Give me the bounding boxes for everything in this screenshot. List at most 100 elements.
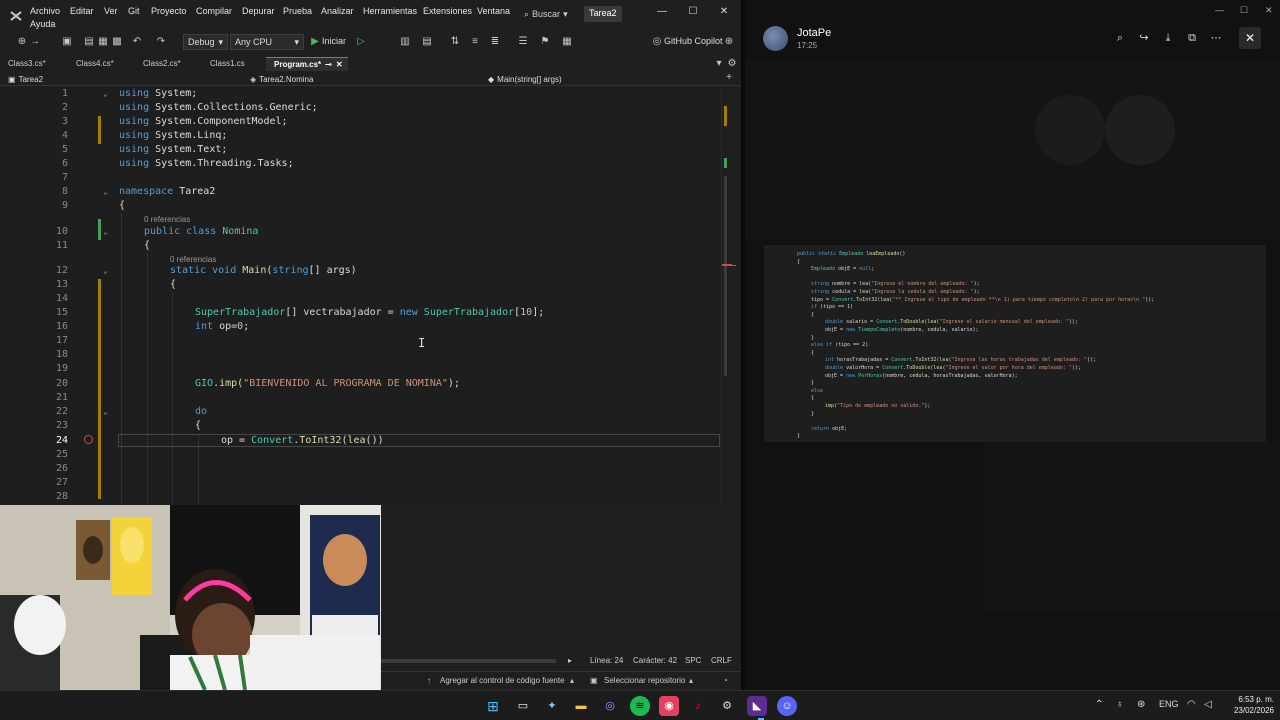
menu-analizar[interactable]: Analizar	[321, 6, 354, 16]
copilot-icon[interactable]: ✦	[542, 696, 562, 716]
toolbox-icon[interactable]: ▥	[398, 35, 412, 49]
windows-start-icon[interactable]: ⊞	[483, 696, 503, 716]
tab-class4[interactable]: Class4.cs*	[68, 57, 122, 71]
add-source-control-button[interactable]: Agregar al control de código fuente	[440, 676, 565, 685]
close-icon[interactable]: ✕	[336, 60, 343, 69]
collapse-icon[interactable]: ⌄	[103, 187, 108, 196]
pin-icon[interactable]: ⊕	[722, 35, 736, 49]
collapse-icon[interactable]: ⌄	[103, 266, 108, 275]
configuration-select[interactable]: Debug ▾	[183, 34, 228, 50]
undo-icon[interactable]: ↶	[130, 35, 144, 49]
pin-icon[interactable]: ⊸	[325, 60, 332, 69]
dropdown-icon[interactable]: ▾	[712, 57, 726, 71]
language-indicator[interactable]: ENG	[1159, 699, 1179, 709]
line-ending-indicator[interactable]: CRLF	[711, 656, 732, 665]
search-button[interactable]: ⌕ Buscar ▾	[524, 6, 574, 22]
spotify-icon[interactable]: ≋	[630, 696, 650, 716]
tab-class2[interactable]: Class2.cs*	[135, 57, 189, 71]
tab-program[interactable]: Program.cs* ⊸ ✕	[266, 57, 348, 71]
char-indicator[interactable]: Carácter: 42	[633, 656, 677, 665]
tab-class1[interactable]: Class1.cs	[202, 57, 253, 71]
whitespace-indicator[interactable]: SPC	[685, 656, 701, 665]
redo-icon[interactable]: ↷	[154, 35, 168, 49]
tab-class3[interactable]: Class3.cs*	[0, 57, 54, 71]
code-editor[interactable]: 1 2 3 4 5 6 7 8 9 10 11 12 13 14 15 16 1…	[0, 86, 733, 506]
microphone-icon[interactable]: ♁	[1116, 699, 1124, 710]
bookmark-icon[interactable]: ⚑	[538, 35, 552, 49]
format-icon[interactable]: ☰	[516, 35, 530, 49]
line-indicator[interactable]: Línea: 24	[590, 656, 623, 665]
settings-icon[interactable]: ⚙	[725, 57, 739, 71]
wifi-icon[interactable]: ◠	[1187, 699, 1196, 710]
menu-editar[interactable]: Editar	[70, 6, 94, 16]
menu-compilar[interactable]: Compilar	[196, 6, 232, 16]
download-icon[interactable]: ⤓	[1160, 30, 1176, 46]
visual-studio-icon[interactable]: ◣	[747, 696, 767, 716]
file-explorer-icon[interactable]: ▬	[571, 696, 591, 716]
indent-icon[interactable]: ≣	[488, 35, 502, 49]
minimize-icon[interactable]: —	[652, 6, 672, 22]
share-icon[interactable]: ↪	[1136, 30, 1152, 46]
menu-herramientas[interactable]: Herramientas	[363, 6, 417, 16]
copilot-icon[interactable]: ◎	[650, 35, 664, 49]
menu-archivo[interactable]: Archivo	[30, 6, 60, 16]
menu-ventana[interactable]: Ventana	[477, 6, 510, 16]
collapse-icon[interactable]: ⌄	[103, 227, 108, 236]
volume-icon[interactable]: ◁	[1204, 699, 1212, 710]
forward-icon[interactable]: →	[28, 35, 42, 49]
codelens-references[interactable]: 0 referencias	[170, 255, 216, 264]
app-icon[interactable]: ◎	[600, 696, 620, 716]
collapse-icon[interactable]: ⌄	[103, 89, 108, 98]
code-line: op = Convert.ToInt32(lea())	[221, 435, 384, 446]
settings-icon[interactable]: ⚙	[717, 696, 737, 716]
maximize-icon[interactable]: ☐	[683, 6, 703, 22]
menu-prueba[interactable]: Prueba	[283, 6, 312, 16]
project-dropdown[interactable]: ▣ Tarea2	[8, 73, 43, 85]
start-button[interactable]: Iniciar	[322, 36, 346, 46]
toolbar-extra-icon[interactable]: ▦	[560, 35, 574, 49]
comment-icon[interactable]: ≡	[468, 35, 482, 49]
select-repository-button[interactable]: Seleccionar repositorio	[604, 676, 685, 685]
close-icon[interactable]: ✕	[714, 6, 734, 22]
tiktok-icon[interactable]: ♪	[688, 696, 708, 716]
type-dropdown[interactable]: ◈ Tarea2.Nomina	[250, 73, 313, 85]
system-clock[interactable]: 6:53 p. m. 23/02/2026	[1222, 694, 1274, 716]
back-icon[interactable]: ⊕	[15, 35, 29, 49]
avatar[interactable]	[763, 26, 788, 51]
chevron-right-icon[interactable]: ▸	[568, 656, 572, 665]
menu-ayuda[interactable]: Ayuda	[30, 19, 55, 29]
menu-depurar[interactable]: Depurar	[242, 6, 275, 16]
breakpoint-icon[interactable]	[84, 435, 93, 444]
horizontal-scrollbar[interactable]	[381, 659, 556, 663]
vertical-scrollbar[interactable]	[721, 86, 732, 506]
scroll-thumb[interactable]	[724, 176, 727, 376]
menu-extensiones[interactable]: Extensiones	[423, 6, 472, 16]
notifications-icon[interactable]: ◔	[723, 676, 728, 685]
save-all-icon[interactable]: ▩	[110, 35, 124, 49]
platform-select[interactable]: Any CPU ▾	[230, 34, 304, 50]
network-icon[interactable]: ⊛	[1137, 699, 1145, 710]
layout-icon[interactable]: ▤	[420, 35, 434, 49]
chevron-up-icon[interactable]: ⌃	[1095, 699, 1103, 710]
menu-ver[interactable]: Ver	[104, 6, 118, 16]
collapse-icon[interactable]: ⌄	[103, 407, 108, 416]
member-dropdown[interactable]: ◆ Main(string[] args)	[488, 73, 562, 85]
more-options-icon[interactable]: ⋯	[1208, 30, 1224, 46]
new-item-icon[interactable]: ▣	[60, 35, 74, 49]
step-icon[interactable]: ⇅	[448, 35, 462, 49]
open-file-icon[interactable]: ▤	[82, 35, 96, 49]
menu-proyecto[interactable]: Proyecto	[151, 6, 187, 16]
start-without-debug-icon[interactable]: ▷	[354, 35, 368, 49]
play-icon[interactable]: ▶	[308, 35, 322, 49]
close-viewer-button[interactable]: ✕	[1239, 27, 1261, 49]
save-icon[interactable]: ▦	[96, 35, 110, 49]
instagram-icon[interactable]: ◉	[659, 696, 679, 716]
copilot-button[interactable]: GitHub Copilot	[664, 36, 723, 46]
split-icon[interactable]: +	[722, 71, 736, 85]
codelens-references[interactable]: 0 referencias	[144, 215, 190, 224]
zoom-icon[interactable]: ⌕	[1112, 30, 1128, 46]
task-view-icon[interactable]: ▭	[513, 696, 533, 716]
menu-git[interactable]: Git	[128, 6, 140, 16]
open-external-icon[interactable]: ⧉	[1184, 30, 1200, 46]
discord-icon[interactable]: ☺	[777, 696, 797, 716]
